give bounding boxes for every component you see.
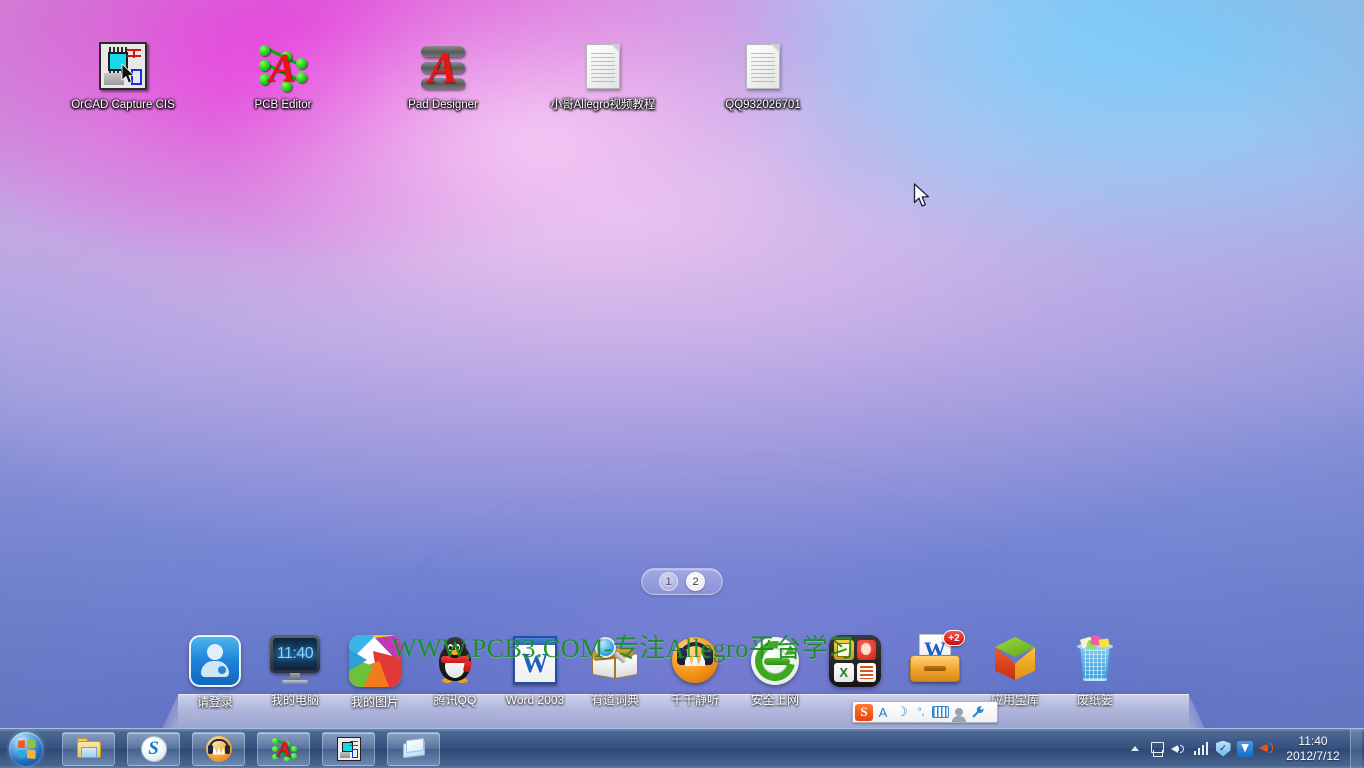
start-button[interactable] (2, 730, 50, 768)
taskbar-button-ttplayer-window[interactable] (192, 731, 245, 766)
system-tray: 11:40 2012/7/12 (1124, 728, 1364, 768)
dock-item-login[interactable]: 请登录 (178, 633, 252, 709)
action-center-flag-icon[interactable] (1146, 735, 1168, 763)
desktop-page-indicator[interactable]: 1 2 (641, 568, 723, 595)
document-drawer-icon: W +2 (907, 630, 965, 689)
headphones-music-icon (205, 735, 232, 762)
page-dot-1[interactable]: 1 (659, 572, 678, 591)
wallpaper-vignette (0, 0, 1364, 728)
dock-item-app-treasure[interactable]: 应用宝库 (978, 633, 1052, 707)
sound-volume-orange-icon[interactable] (1256, 735, 1278, 763)
security-shield-icon[interactable] (1212, 735, 1234, 763)
show-desktop-button[interactable] (1350, 728, 1362, 768)
dock-item-youdao-dict[interactable]: 有道词典 (578, 633, 652, 707)
desktop-icon-label: QQ932026701 (725, 99, 801, 111)
clock-date: 2012/7/12 (1286, 748, 1340, 763)
dock-item-label: 千千静听 (670, 693, 719, 707)
dictionary-book-icon (587, 633, 643, 689)
clock-time: 11:40 (1298, 733, 1328, 748)
volume-speaker-icon[interactable] (1168, 735, 1190, 763)
dock-item-recycle-bin[interactable]: 废纸篓 (1058, 633, 1132, 707)
cursor-glyph-icon (121, 64, 135, 84)
desktop-dock: 请登录 11:40 我的电脑 我的图片 腾讯QQ W Word 2003 有道词… (178, 630, 1189, 729)
monitor-clock-text: 11:40 (273, 638, 317, 670)
orcad-chip-icon (336, 736, 362, 762)
sogou-logo-icon[interactable]: S (855, 703, 873, 721)
pinwheel-photos-icon (347, 635, 403, 691)
notification-badge: +2 (943, 630, 965, 646)
dock-item-label: 请登录 (196, 695, 233, 709)
dock-item-label: Word 2003 (505, 693, 565, 707)
dock-item-safe-browser[interactable]: 安全上网 (738, 633, 812, 707)
text-document-icon (737, 42, 789, 94)
desktop-icon-label: 小哥Allegro视频教程 (550, 99, 656, 111)
punctuation-icon[interactable]: °, (912, 703, 930, 721)
orcad-chip-icon (97, 42, 149, 94)
word-glyph: W (521, 648, 549, 678)
sogou-s-glyph: S (140, 735, 167, 762)
desktop-icon-orcad-capture-cis[interactable]: OrCAD Capture CIS (68, 42, 178, 113)
user-login-icon (187, 635, 243, 691)
pad-designer-icon: A (417, 42, 469, 94)
cube-appstore-icon (987, 633, 1043, 689)
dock-item-word-drawer[interactable]: W +2 (898, 630, 972, 693)
desktop-wallpaper[interactable] (0, 0, 1364, 728)
dock-item-label: 安全上网 (750, 693, 799, 707)
qq-penguin-icon (427, 633, 483, 689)
dock-item-label: 腾讯QQ (433, 693, 477, 707)
word-document-icon: W (507, 633, 563, 689)
dock-item-label: 我的图片 (350, 695, 399, 709)
desktop-icon-pcb-editor[interactable]: A PCB Editor (228, 42, 338, 113)
text-document-icon (577, 42, 629, 94)
settings-wrench-icon[interactable] (969, 703, 987, 721)
taskbar-clock[interactable]: 11:40 2012/7/12 (1278, 729, 1348, 768)
sogou-ime-toolbar[interactable]: S A ☽ °, (852, 701, 998, 723)
dock-item-tencent-qq[interactable]: 腾讯QQ (418, 633, 492, 707)
desktop-icon-label: OrCAD Capture CIS (71, 99, 175, 111)
desktop-icon-allegro-tutorial[interactable]: 小哥Allegro视频教程 (548, 42, 658, 113)
headphones-music-icon (667, 633, 723, 689)
dock-item-word-2003[interactable]: W Word 2003 (498, 633, 572, 707)
soft-keyboard-icon[interactable] (931, 703, 949, 721)
app-folder-grid-icon (827, 635, 883, 691)
dock-item-my-pictures[interactable]: 我的图片 (338, 633, 412, 709)
taskbar-button-pcb-editor-window[interactable]: A (257, 731, 310, 766)
dock-item-app-group[interactable] (818, 633, 892, 695)
page-dot-2[interactable]: 2 (686, 572, 705, 591)
dock-item-my-computer[interactable]: 11:40 我的电脑 (258, 633, 332, 707)
user-profile-icon[interactable] (950, 703, 968, 722)
taskbar-button-orcad-window[interactable] (322, 731, 375, 766)
desktop-icon-qq-file[interactable]: QQ932026701 (708, 42, 818, 113)
desktop-icon-label: PCB Editor (254, 99, 312, 111)
desktop-icon-pad-designer[interactable]: A Pad Designer (388, 42, 498, 113)
recycle-bin-icon (1067, 633, 1123, 689)
dock-item-ttplayer[interactable]: 千千静听 (658, 633, 732, 707)
dock-item-label: 有道词典 (590, 693, 639, 707)
dock-item-label: 废纸篓 (1076, 693, 1113, 707)
show-hidden-icons-chevron-icon[interactable] (1124, 735, 1146, 763)
taskbar-button-document-window[interactable] (387, 731, 440, 766)
pcb-editor-icon: A (271, 736, 297, 762)
pcb-editor-icon: A (257, 42, 309, 94)
window-pages-icon (401, 736, 427, 762)
windows-taskbar: S A ✓ 11:40 2012/7/12 (0, 728, 1364, 768)
qq-pc-manager-icon[interactable] (1234, 735, 1256, 763)
crescent-moon-icon[interactable]: ☽ (893, 703, 911, 721)
folder-explorer-icon (76, 736, 102, 762)
taskbar-button-windows-explorer[interactable] (62, 731, 115, 766)
taskbar-button-sogou-browser[interactable]: S (127, 731, 180, 766)
sogou-s-icon: S (140, 735, 167, 762)
desktop-icon-label: Pad Designer (408, 99, 478, 111)
monitor-clock-icon: 11:40 (267, 633, 323, 689)
dock-item-label: 我的电脑 (270, 693, 319, 707)
green-e-browser-icon (747, 633, 803, 689)
chinese-english-icon[interactable]: A (874, 703, 892, 721)
network-signal-icon[interactable] (1190, 735, 1212, 763)
